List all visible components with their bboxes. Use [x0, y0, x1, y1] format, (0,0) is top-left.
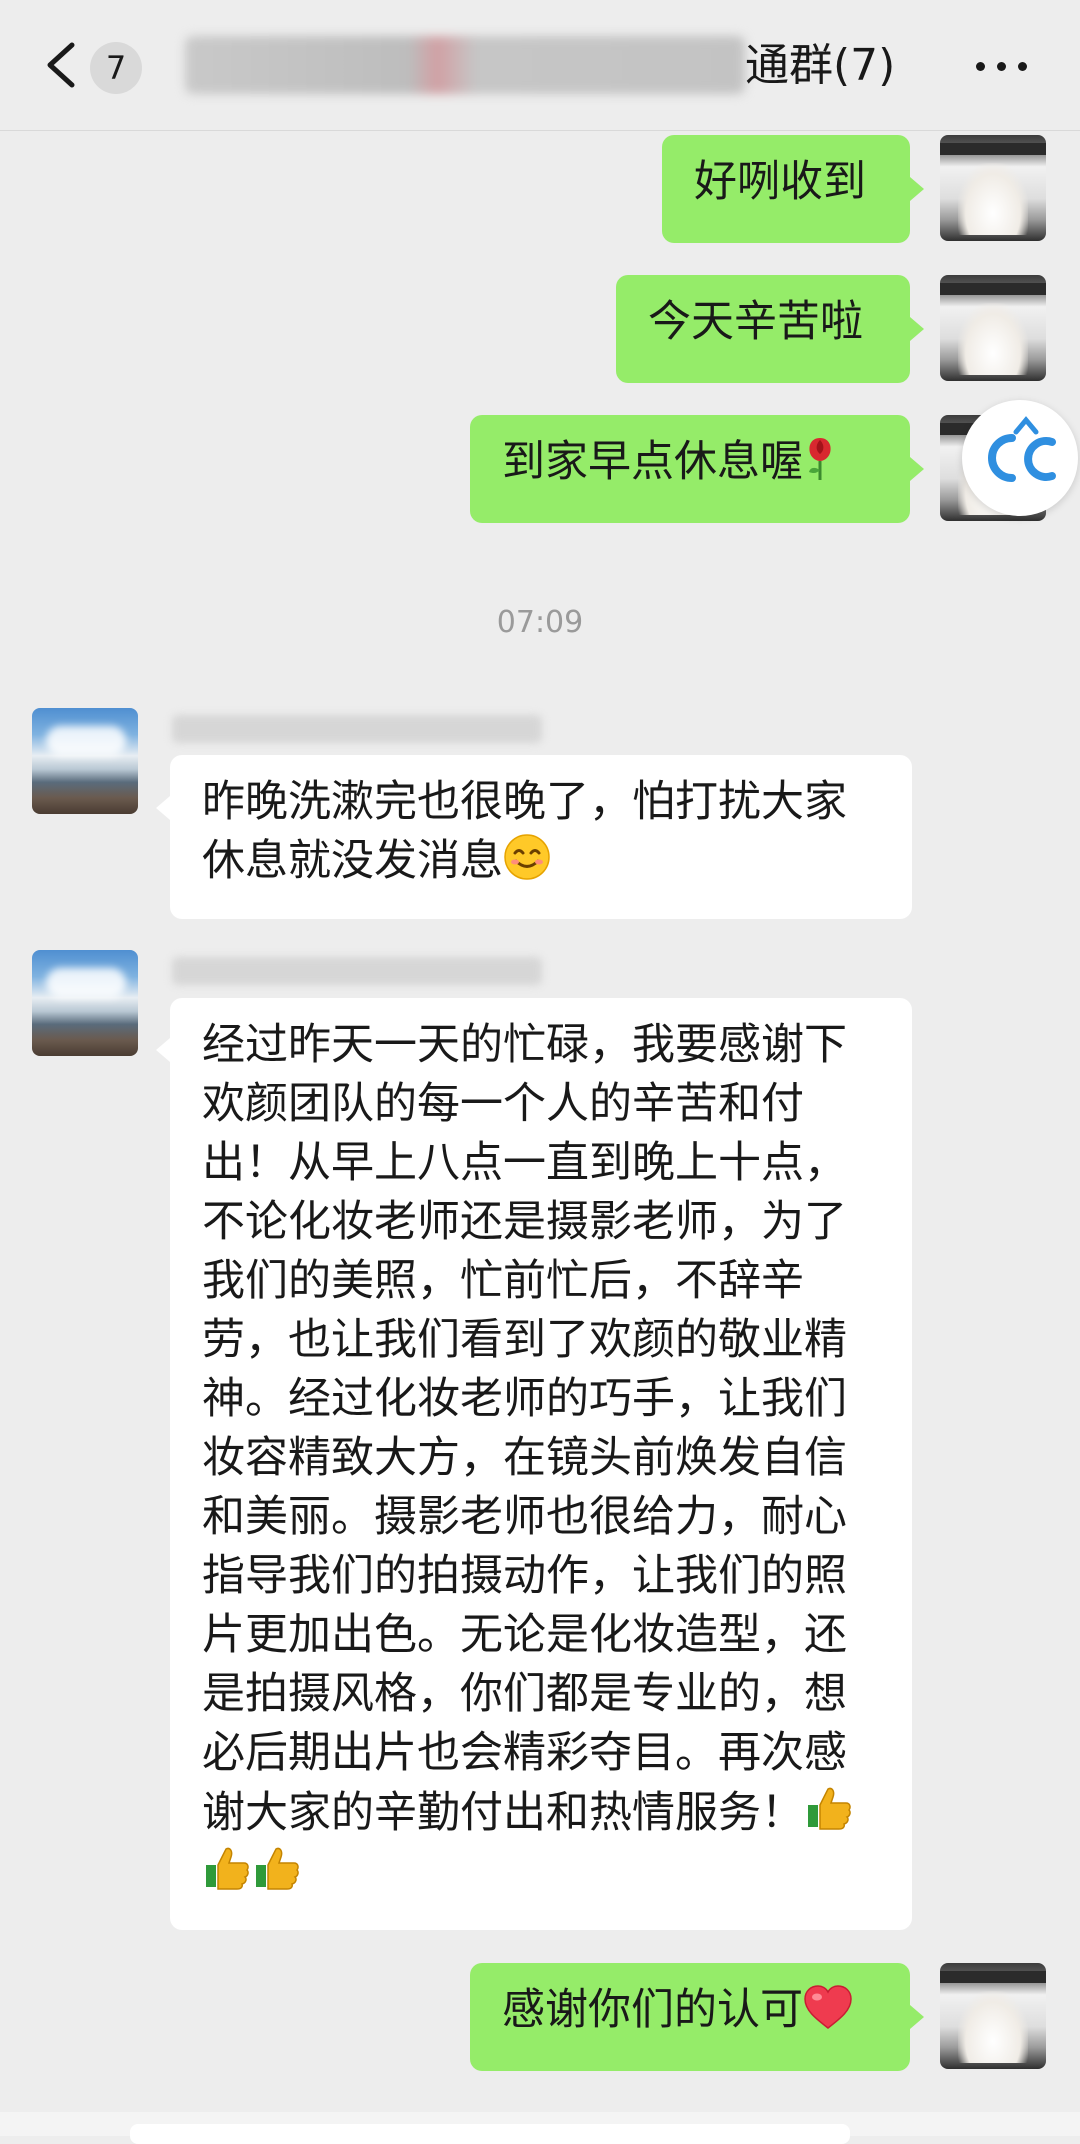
- message-text: 到家早点休息喔: [502, 433, 878, 492]
- cc-logo-icon: [988, 416, 1056, 482]
- message-bubble-self[interactable]: 感谢你们的认可: [470, 1963, 910, 2071]
- heart-emoji-icon: [804, 1985, 852, 2029]
- message-bubble-self[interactable]: 到家早点休息喔: [470, 415, 910, 523]
- message-bubble-self[interactable]: 好咧收到: [662, 135, 910, 243]
- smile-emoji-icon: [504, 834, 550, 880]
- input-bar: [0, 2112, 1080, 2144]
- avatar-other[interactable]: [32, 950, 138, 1056]
- avatar-self[interactable]: [940, 275, 1046, 381]
- bubble-tail: [910, 2005, 924, 2029]
- bubble-tail: [156, 796, 170, 820]
- message-text: 经过昨天一天的忙碌，我要感谢下 欢颜团队的每一个人的辛苦和付 出！从早上八点一直…: [202, 1016, 880, 1903]
- chat-title[interactable]: 通群(7): [185, 30, 895, 100]
- message-bubble-other[interactable]: 昨晚洗漱完也很晚了，怕打扰大家 休息就没发消息: [170, 755, 912, 919]
- rose-emoji-icon: [809, 438, 831, 480]
- message-text: 今天辛苦啦: [648, 297, 863, 347]
- bubble-tail: [910, 317, 924, 341]
- unread-count-badge: 7: [90, 42, 142, 94]
- avatar-self[interactable]: [940, 135, 1046, 241]
- message-text: 感谢你们的认可: [502, 1981, 878, 2040]
- chat-header: 7 通群(7): [0, 0, 1080, 131]
- bubble-tail: [910, 457, 924, 481]
- cc-floating-button[interactable]: [962, 400, 1078, 516]
- bubble-tail: [156, 1038, 170, 1062]
- message-text: 昨晚洗漱完也很晚了，怕打扰大家 休息就没发消息: [202, 777, 847, 886]
- avatar-self[interactable]: [940, 1963, 1046, 2069]
- avatar-other[interactable]: [32, 708, 138, 814]
- chevron-left-icon: [47, 42, 75, 88]
- back-button[interactable]: 7: [30, 22, 160, 108]
- chat-title-text: 通群(7): [745, 40, 896, 91]
- message-text: 好咧收到: [694, 157, 866, 207]
- blurred-sender-name: [172, 957, 542, 985]
- message-bubble-self[interactable]: 今天辛苦啦: [616, 275, 910, 383]
- blurred-sender-name: [172, 715, 542, 743]
- blurred-group-name: [185, 36, 745, 94]
- message-bubble-other[interactable]: 经过昨天一天的忙碌，我要感谢下 欢颜团队的每一个人的辛苦和付 出！从早上八点一直…: [170, 998, 912, 1930]
- message-input[interactable]: [130, 2124, 850, 2144]
- more-options-button[interactable]: [972, 40, 1032, 90]
- bubble-tail: [910, 177, 924, 201]
- message-timestamp: 07:09: [496, 605, 584, 640]
